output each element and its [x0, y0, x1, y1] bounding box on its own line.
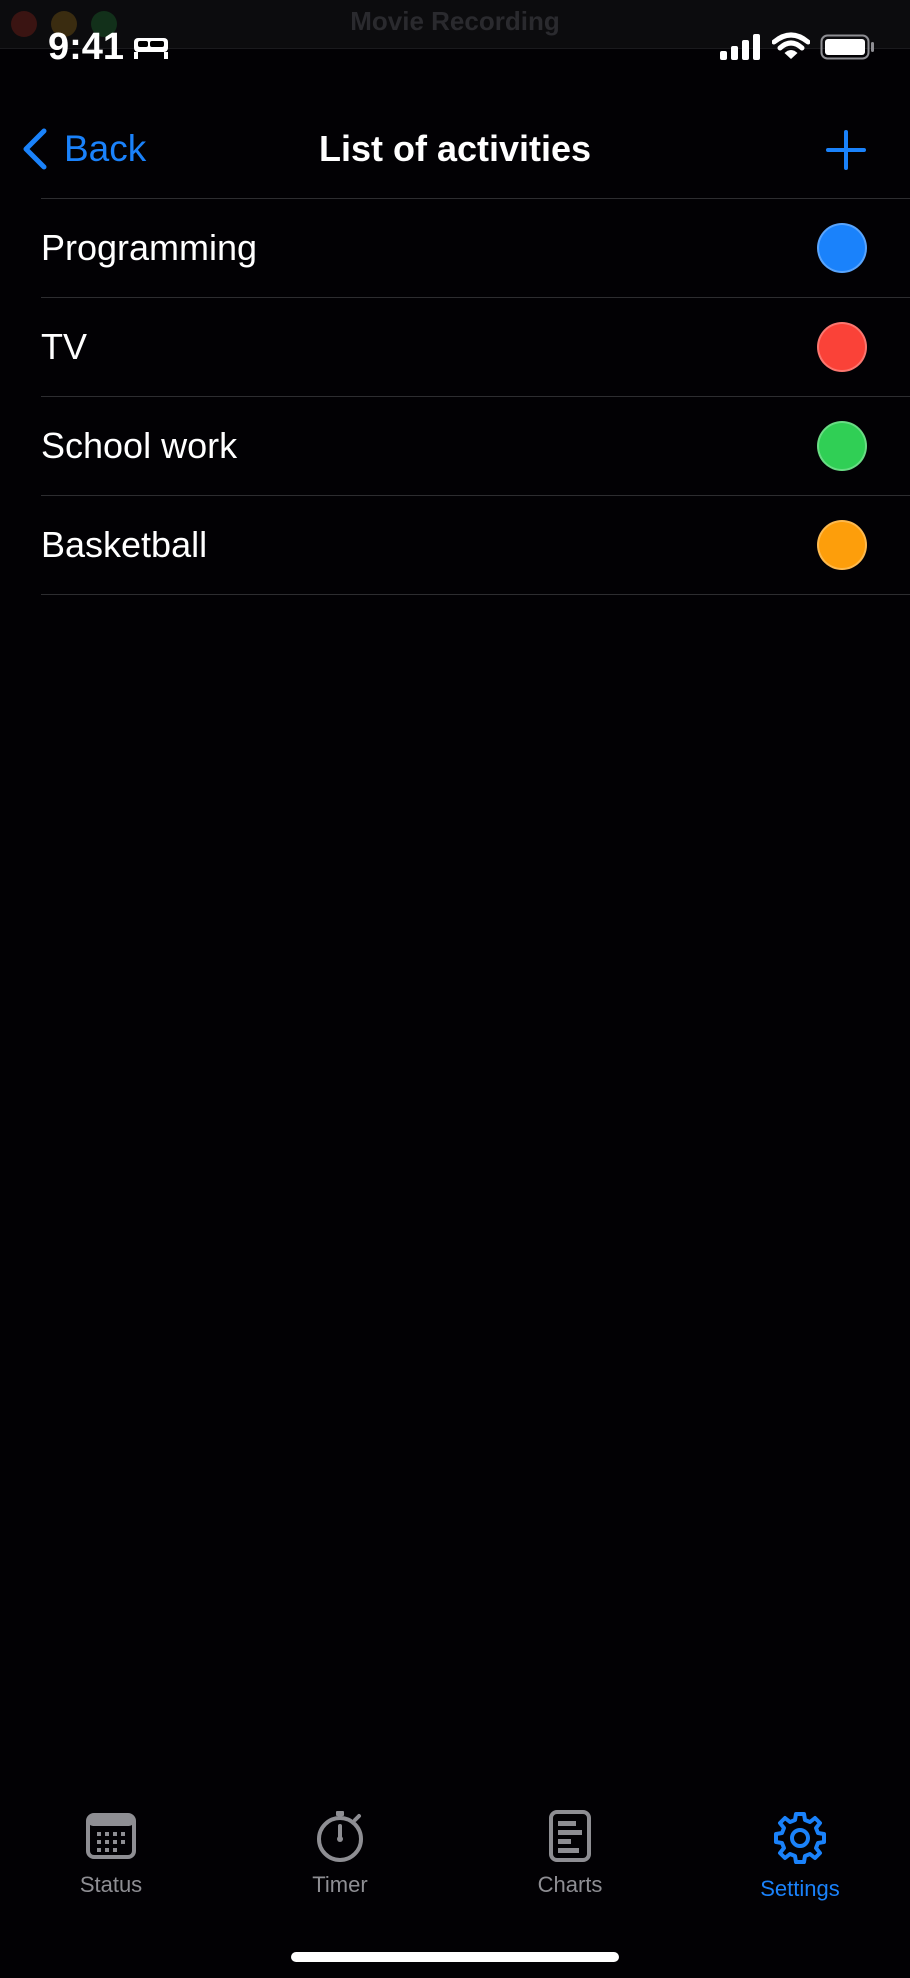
- tab-charts[interactable]: Charts: [490, 1810, 650, 1898]
- activity-list: Programming TV School work Basketball: [41, 198, 910, 595]
- activity-color-swatch: [817, 421, 867, 471]
- activity-name: School work: [41, 425, 238, 466]
- activity-name: Programming: [41, 227, 258, 268]
- activity-name: TV: [41, 326, 88, 367]
- activity-color-swatch: [817, 223, 867, 273]
- page-title: List of activities: [318, 128, 592, 169]
- activity-item-tv[interactable]: TV: [41, 298, 910, 397]
- activity-color-swatch: [817, 322, 867, 372]
- status-time: 9:41: [48, 26, 125, 68]
- activity-color-swatch: [817, 520, 867, 570]
- calendar-icon: [86, 1813, 136, 1859]
- activity-item-programming[interactable]: Programming: [41, 199, 910, 298]
- battery-icon: [820, 34, 874, 60]
- chart-icon: [549, 1810, 591, 1862]
- home-indicator: [291, 1952, 619, 1962]
- tab-bar: Status Timer Charts Settings: [0, 1790, 910, 1902]
- tab-label: Status: [79, 1872, 143, 1897]
- bed-icon: [134, 38, 168, 59]
- tab-timer[interactable]: Timer: [260, 1810, 420, 1898]
- gear-icon: [774, 1812, 826, 1864]
- plus-icon[interactable]: [824, 128, 868, 172]
- activity-item-school-work[interactable]: School work: [41, 397, 910, 496]
- tab-settings[interactable]: Settings: [720, 1810, 880, 1902]
- stopwatch-icon: [317, 1811, 363, 1862]
- status-bar: 9:41: [0, 0, 910, 98]
- tab-label: Timer: [312, 1872, 368, 1897]
- cellular-signal-icon: [720, 34, 760, 60]
- navigation-bar: Back List of activities: [0, 98, 910, 198]
- activity-name: Basketball: [41, 524, 208, 565]
- tab-status[interactable]: Status: [31, 1810, 191, 1898]
- tab-label: Charts: [537, 1872, 603, 1897]
- wifi-icon: [772, 32, 810, 59]
- tab-label: Settings: [760, 1876, 840, 1901]
- activity-item-basketball[interactable]: Basketball: [41, 496, 910, 595]
